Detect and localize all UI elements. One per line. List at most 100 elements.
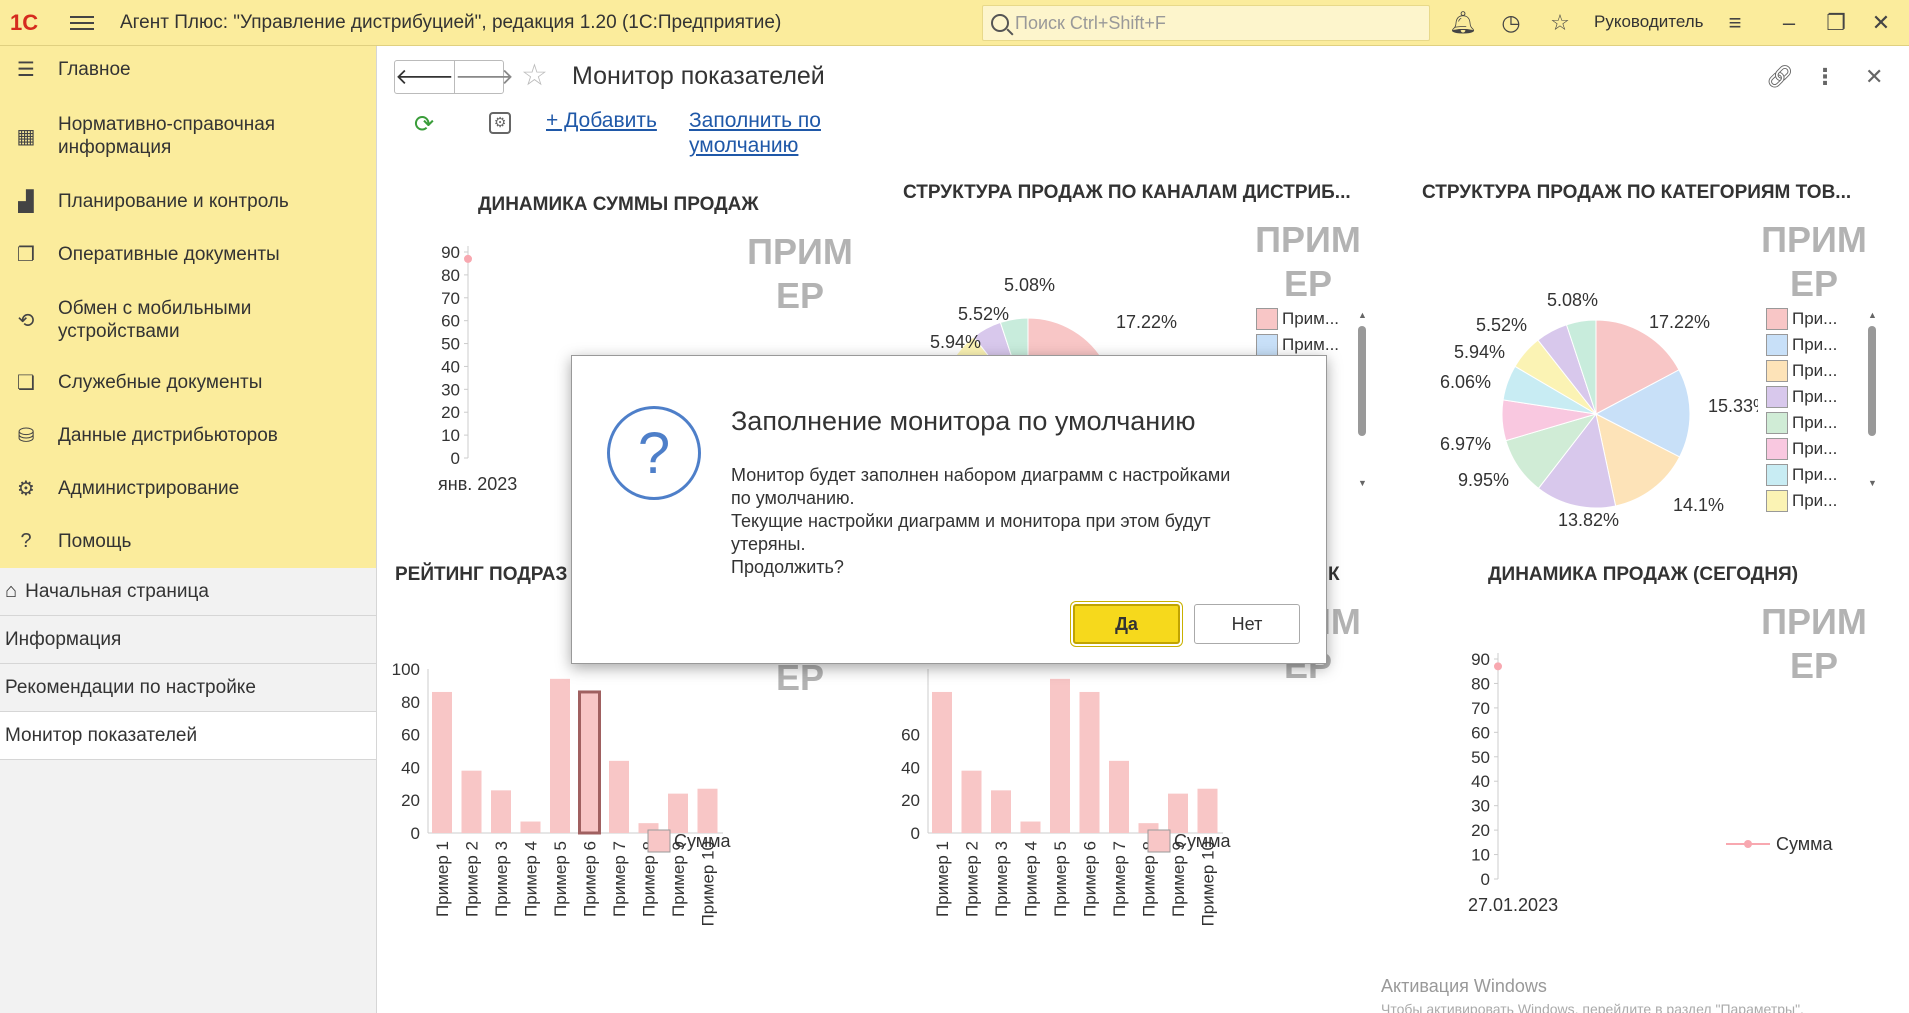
add-link[interactable]: + Добавить: [546, 108, 657, 133]
sidebar-home[interactable]: ⌂ Начальная страница: [0, 568, 376, 616]
sidebar-monitor[interactable]: Монитор показателей: [0, 712, 376, 760]
pie-label: 14.1%: [1673, 495, 1724, 515]
sidebar-item-operational[interactable]: ❐ Оперативные документы: [0, 239, 376, 269]
legend-swatch: [1766, 464, 1788, 486]
favorite-star-icon[interactable]: ☆: [521, 58, 548, 93]
bar: [1109, 760, 1129, 833]
y-tick-label: 90: [441, 243, 460, 262]
bar: [461, 770, 482, 833]
x-tick-label: Пример 3: [992, 841, 1011, 917]
x-tick-label: Пример 3: [492, 841, 511, 917]
close-icon[interactable]: ✕: [1865, 64, 1883, 90]
pie-label: 5.94%: [930, 332, 981, 352]
legend-label: При...: [1792, 465, 1838, 484]
y-tick-label: 70: [441, 289, 460, 308]
legend-item: При...: [1766, 410, 1837, 436]
fill-default-link[interactable]: Заполнить по умолчанию: [689, 108, 821, 158]
example-watermark: ПРИМЕР: [1255, 219, 1361, 304]
no-button[interactable]: Нет: [1194, 604, 1300, 644]
x-tick-label: Пример 6: [581, 841, 600, 917]
y-tick-label: 10: [1471, 846, 1490, 865]
refresh-icon[interactable]: ⟳: [414, 110, 434, 139]
x-tick-label: Пример 5: [551, 841, 570, 917]
pie-label: 5.52%: [1476, 315, 1527, 335]
legend-swatch: [1766, 308, 1788, 330]
bar: [1197, 788, 1218, 833]
hamburger-menu-icon[interactable]: [70, 12, 94, 32]
y-tick-label: 20: [1471, 821, 1490, 840]
pie-label: 9.95%: [1458, 470, 1509, 490]
sidebar-item-admin[interactable]: ⚙ Администрирование: [0, 473, 376, 503]
back-button[interactable]: 🡐: [395, 61, 455, 93]
help-icon: ?: [20, 529, 32, 552]
legend-label: При...: [1792, 335, 1838, 354]
bar: [550, 678, 570, 833]
settings-icon[interactable]: ⚙: [489, 112, 511, 134]
search-placeholder: Поиск Ctrl+Shift+F: [1015, 12, 1166, 33]
legend-item: При...: [1766, 384, 1837, 410]
legend-swatch: [1766, 334, 1788, 356]
bar: [578, 690, 601, 835]
pie-label: 6.97%: [1440, 434, 1491, 454]
y-tick-label: 50: [1471, 748, 1490, 767]
sidebar-item-help[interactable]: ? Помощь: [0, 526, 376, 556]
sync-icon: ⟲: [17, 309, 35, 332]
minimize-icon[interactable]: –: [1776, 10, 1802, 36]
forward-button[interactable]: 🡒: [455, 61, 514, 93]
x-tick-label: Пример 6: [1081, 841, 1100, 917]
x-tick-label: Пример 5: [1051, 841, 1070, 917]
user-name[interactable]: Руководитель: [1594, 12, 1704, 32]
yes-button[interactable]: Да: [1073, 604, 1180, 644]
legend-label: При...: [1792, 387, 1838, 406]
y-tick-label: 80: [401, 693, 420, 712]
search-input[interactable]: Поиск Ctrl+Shift+F: [982, 5, 1430, 41]
x-tick-label: Пример 7: [610, 841, 629, 917]
legend-scrollbar[interactable]: ▲ ▼: [1868, 310, 1878, 510]
star-icon[interactable]: ☆: [1547, 10, 1573, 36]
legend-label: При...: [1792, 491, 1838, 510]
sidebar-item-service[interactable]: ❏ Служебные документы: [0, 367, 376, 397]
sidebar: ☰ Главное ▦ Нормативно-справочная информ…: [0, 46, 377, 1013]
bell-icon[interactable]: 🔔︎: [1449, 10, 1477, 36]
x-tick-label: Пример 2: [463, 841, 482, 917]
sidebar-info[interactable]: Информация: [0, 616, 376, 664]
more-icon[interactable]: ⋮: [1814, 64, 1836, 90]
distributor-icon: ⛁: [17, 424, 35, 447]
x-tick-label: Пример 1: [433, 841, 452, 917]
y-tick-label: 40: [441, 357, 460, 376]
y-tick-label: 60: [401, 726, 420, 745]
legend-label: Прим...: [1282, 335, 1340, 354]
history-icon[interactable]: ◷: [1498, 10, 1524, 36]
sidebar-item-planning[interactable]: ▟ Планирование и контроль: [0, 186, 376, 216]
y-tick-label: 20: [441, 403, 460, 422]
sidebar-item-distributors[interactable]: ⛁ Данные дистрибьюторов: [0, 420, 376, 450]
y-tick-label: 40: [401, 758, 420, 777]
chart-icon: ▟: [18, 190, 34, 213]
legend-item: При...: [1766, 436, 1837, 462]
legend-scrollbar[interactable]: ▲ ▼: [1358, 310, 1368, 510]
top-bar: 1С Агент Плюс: "Управление дистрибуцией"…: [0, 0, 1909, 46]
legend-item: При...: [1766, 306, 1837, 332]
app-logo[interactable]: 1С: [10, 10, 38, 36]
x-tick-label: Пример 4: [1022, 841, 1041, 917]
link-icon[interactable]: 🔗︎: [1766, 64, 1794, 90]
y-tick-label: 60: [441, 312, 460, 331]
chart-title-channels: СТРУКТУРА ПРОДАЖ ПО КАНАЛАМ ДИСТРИБ...: [903, 182, 1351, 203]
bar: [991, 790, 1011, 833]
restore-icon[interactable]: ❐: [1823, 10, 1849, 36]
x-tick-label: 27.01.2023: [1468, 895, 1558, 915]
close-window-icon[interactable]: ✕: [1868, 10, 1894, 36]
sidebar-item-mobile[interactable]: ⟲ Обмен с мобильными устройствами: [0, 296, 376, 344]
settings-menu-icon[interactable]: ≡: [1722, 10, 1748, 36]
legend-item: При...: [1766, 462, 1837, 488]
sidebar-item-main[interactable]: ☰ Главное: [0, 54, 376, 84]
pie-label: 6.06%: [1440, 372, 1491, 392]
bar: [1168, 793, 1188, 833]
y-tick-label: 20: [401, 791, 420, 810]
chart-title-sales-dynamics: ДИНАМИКА СУММЫ ПРОДАЖ: [478, 194, 759, 215]
app-title: Агент Плюс: "Управление дистрибуцией", р…: [120, 12, 782, 33]
page-title: Монитор показателей: [572, 62, 825, 90]
sidebar-item-reference[interactable]: ▦ Нормативно-справочная информация: [0, 112, 376, 160]
bar: [491, 790, 511, 833]
sidebar-recommendations[interactable]: Рекомендации по настройке: [0, 664, 376, 712]
